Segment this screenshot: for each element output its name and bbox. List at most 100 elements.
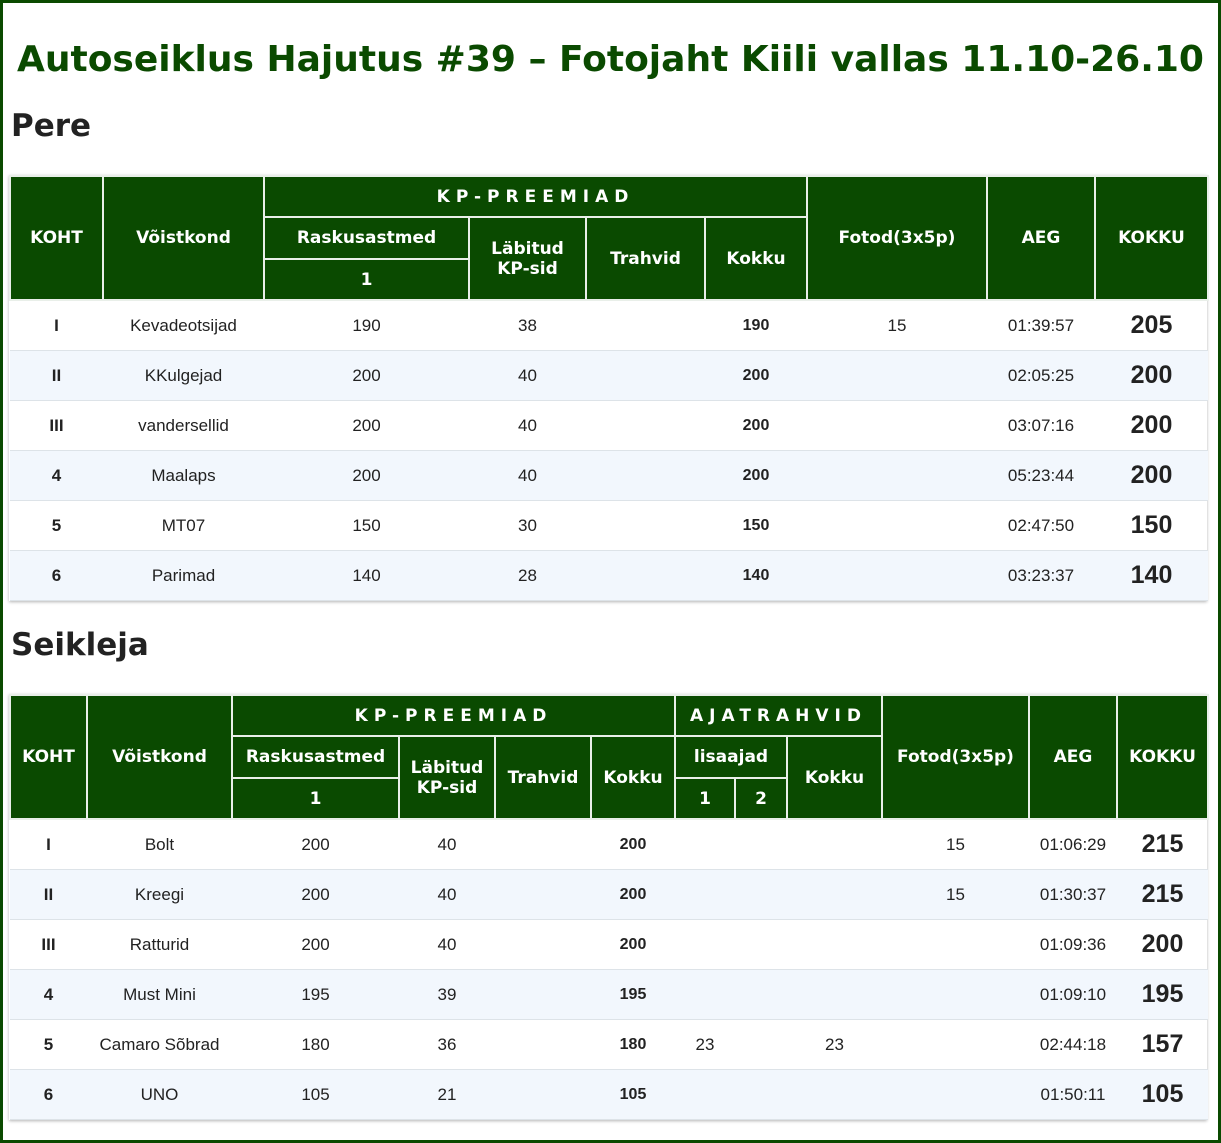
cell-l2 xyxy=(735,869,787,920)
cell-aeg: 03:23:37 xyxy=(987,550,1095,601)
col-header-aja-kokku: Kokku xyxy=(785,735,884,820)
section-title-seikleja: Seikleja xyxy=(11,627,149,663)
cell-trahvid xyxy=(586,300,705,351)
cell-total: 200 xyxy=(1095,450,1208,501)
table-row: 6 UNO 105 21 105 01:50:11 105 xyxy=(10,1069,1209,1120)
cell-trahvid xyxy=(495,1019,591,1070)
cell-l1 xyxy=(675,919,735,970)
cell-koht: 5 xyxy=(10,1019,87,1070)
table-row: 5 MT07 150 30 150 02:47:50 150 xyxy=(10,500,1208,551)
page-title: Autoseiklus Hajutus #39 – Fotojaht Kiili… xyxy=(17,39,1204,80)
col-header-koht: KOHT xyxy=(9,694,88,820)
cell-l2 xyxy=(735,1069,787,1120)
cell-total: 150 xyxy=(1095,500,1208,551)
cell-koht: 4 xyxy=(10,450,103,501)
cell-aeg: 01:30:37 xyxy=(1029,869,1118,920)
table-row: I Kevadeotsijad 190 38 190 15 01:39:57 205 xyxy=(10,300,1208,351)
cell-kokku: 200 xyxy=(591,819,675,870)
cell-r1: 200 xyxy=(264,400,469,451)
cell-fotod xyxy=(807,550,987,601)
table-row: III Ratturid 200 40 200 01:09:36 200 xyxy=(10,919,1209,970)
cell-team: KKulgejad xyxy=(103,350,264,401)
cell-total: 105 xyxy=(1117,1069,1209,1120)
cell-fotod: 15 xyxy=(882,869,1030,920)
cell-team: Bolt xyxy=(87,819,232,870)
cell-fotod xyxy=(807,350,987,401)
cell-fotod xyxy=(882,1019,1030,1070)
cell-fotod xyxy=(882,1069,1030,1120)
cell-r1: 200 xyxy=(232,819,399,870)
cell-trahvid xyxy=(586,550,705,601)
cell-aja xyxy=(787,869,883,920)
cell-team: Camaro Sõbrad xyxy=(87,1019,232,1070)
cell-r1: 195 xyxy=(232,969,399,1020)
cell-aeg: 01:06:29 xyxy=(1029,819,1118,870)
cell-trahvid xyxy=(495,919,591,970)
cell-fotod: 15 xyxy=(882,819,1030,870)
cell-r1: 200 xyxy=(232,919,399,970)
cell-r1: 200 xyxy=(264,350,469,401)
cell-l1 xyxy=(675,869,735,920)
cell-r1: 140 xyxy=(264,550,469,601)
cell-total: 200 xyxy=(1095,400,1208,451)
col-header-trahvid: Trahvid xyxy=(494,735,592,820)
cell-aja xyxy=(787,819,883,870)
cell-kokku: 190 xyxy=(705,300,807,351)
cell-r1: 200 xyxy=(264,450,469,501)
cell-r1: 150 xyxy=(264,500,469,551)
cell-trahvid xyxy=(586,350,705,401)
cell-aja xyxy=(787,969,883,1020)
col-header-koht: KOHT xyxy=(9,175,104,301)
cell-kp: 28 xyxy=(469,550,586,601)
cell-total: 215 xyxy=(1117,819,1209,870)
cell-team: Kreegi xyxy=(87,869,232,920)
cell-koht: II xyxy=(10,350,103,401)
col-header-trahvid: Trahvid xyxy=(585,216,706,301)
cell-koht: I xyxy=(10,300,103,351)
cell-koht: III xyxy=(10,919,87,970)
cell-fotod xyxy=(807,450,987,501)
col-header-labitud-kp: Läbitud KP-sid xyxy=(468,216,587,301)
cell-l1 xyxy=(675,819,735,870)
cell-trahvid xyxy=(495,1069,591,1120)
col-header-kokku: Kokku xyxy=(590,735,676,820)
table-row: 6 Parimad 140 28 140 03:23:37 140 xyxy=(10,550,1208,601)
cell-kokku: 200 xyxy=(591,919,675,970)
table-row: 5 Camaro Sõbrad 180 36 180 23 23 02:44:18 157 xyxy=(10,1019,1209,1070)
col-header-raskusastmed: Raskusastmed xyxy=(231,735,400,779)
cell-team: Maalaps xyxy=(103,450,264,501)
cell-aeg: 02:05:25 xyxy=(987,350,1095,401)
cell-aeg: 03:07:16 xyxy=(987,400,1095,451)
cell-total: 200 xyxy=(1095,350,1208,401)
col-header-kp-preemiad: KP-PREEMIAD xyxy=(231,694,676,737)
cell-l2 xyxy=(735,819,787,870)
cell-koht: I xyxy=(10,819,87,870)
cell-kp: 40 xyxy=(469,450,586,501)
cell-total: 215 xyxy=(1117,869,1209,920)
col-header-kokku: Kokku xyxy=(704,216,808,301)
cell-fotod xyxy=(807,400,987,451)
cell-total: 157 xyxy=(1117,1019,1209,1070)
cell-team: Kevadeotsijad xyxy=(103,300,264,351)
cell-kokku: 105 xyxy=(591,1069,675,1120)
cell-kp: 40 xyxy=(469,350,586,401)
cell-kokku: 200 xyxy=(705,350,807,401)
cell-kp: 30 xyxy=(469,500,586,551)
cell-fotod: 15 xyxy=(807,300,987,351)
table-row: 4 Maalaps 200 40 200 05:23:44 200 xyxy=(10,450,1208,501)
col-header-aeg: AEG xyxy=(1028,694,1119,820)
col-header-aeg: AEG xyxy=(986,175,1096,301)
cell-total: 205 xyxy=(1095,300,1208,351)
col-header-lisa-1: 1 xyxy=(674,777,736,820)
cell-kp: 40 xyxy=(469,400,586,451)
cell-koht: 5 xyxy=(10,500,103,551)
cell-aeg: 01:50:11 xyxy=(1029,1069,1118,1120)
cell-koht: 4 xyxy=(10,969,87,1020)
cell-trahvid xyxy=(495,869,591,920)
cell-fotod xyxy=(882,919,1030,970)
cell-trahvid xyxy=(586,450,705,501)
cell-trahvid xyxy=(586,400,705,451)
cell-fotod xyxy=(882,969,1030,1020)
cell-team: Parimad xyxy=(103,550,264,601)
cell-team: Must Mini xyxy=(87,969,232,1020)
